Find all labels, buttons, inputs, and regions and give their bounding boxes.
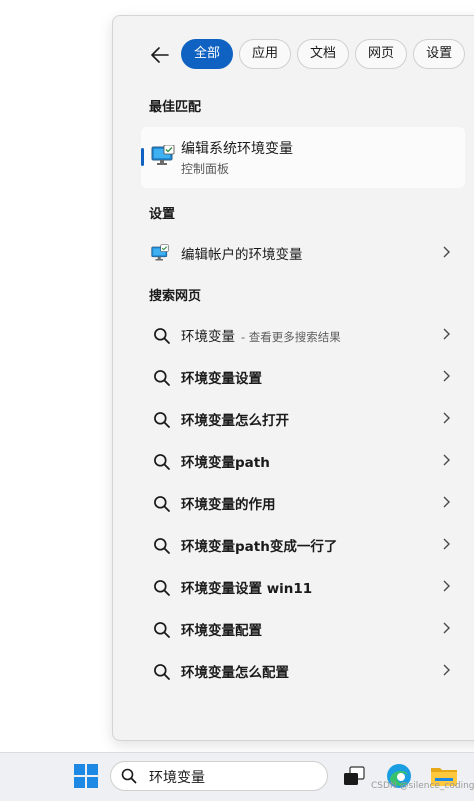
search-icon <box>154 580 170 596</box>
monitor-settings-icon <box>151 244 169 261</box>
back-arrow-icon <box>151 47 169 63</box>
taskbar-search-input[interactable] <box>147 766 321 788</box>
watermark: CSDN @silence_coding <box>371 781 474 791</box>
tab-documents[interactable]: 文档 <box>297 39 350 69</box>
web-search-heading: 搜索网页 <box>149 289 202 304</box>
web-result-text: 环境变量的作用 <box>181 497 276 513</box>
web-result-label: 环境变量path变成一行了 <box>181 535 337 555</box>
web-result-item[interactable]: 环境变量怎么配置 <box>141 653 465 687</box>
search-icon <box>154 454 170 470</box>
web-result-label: 环境变量 - 查看更多搜索结果 <box>181 325 341 345</box>
best-match-title: 编辑系统环境变量 <box>181 141 293 157</box>
tab-apps[interactable]: 应用 <box>239 39 292 69</box>
search-icon <box>154 664 170 680</box>
search-icon <box>154 370 170 386</box>
web-result-item[interactable]: 环境变量path <box>141 443 465 477</box>
best-match-heading: 最佳匹配 <box>149 100 202 115</box>
tab-web[interactable]: 网页 <box>355 39 408 69</box>
chevron-right-icon <box>443 246 450 258</box>
chevron-right-icon <box>443 412 450 424</box>
tab-all[interactable]: 全部 <box>181 39 234 69</box>
web-result-text: 环境变量path变成一行了 <box>181 539 338 555</box>
tab-settings[interactable]: 设置 <box>413 39 466 69</box>
web-result-subtext: - 查看更多搜索结果 <box>241 330 341 344</box>
web-result-text: 环境变量怎么打开 <box>181 413 289 429</box>
task-view-icon[interactable] <box>342 766 366 788</box>
web-result-item[interactable]: 环境变量 - 查看更多搜索结果 <box>141 317 465 351</box>
search-icon <box>154 496 170 512</box>
web-result-label: 环境变量配置 <box>181 619 262 639</box>
web-result-item[interactable]: 环境变量设置 win11 <box>141 569 465 603</box>
filter-tabs: 全部 应用 文档 网页 设置 <box>181 39 466 69</box>
chevron-right-icon <box>443 580 450 592</box>
chevron-right-icon <box>443 664 450 676</box>
web-result-label: 环境变量path <box>181 451 270 471</box>
taskbar-search-box[interactable] <box>110 761 328 791</box>
chevron-right-icon <box>443 496 450 508</box>
web-result-text: 环境变量path <box>181 455 270 471</box>
web-result-text: 环境变量设置 <box>181 371 262 387</box>
control-panel-monitor-icon <box>151 145 175 165</box>
web-result-item[interactable]: 环境变量设置 <box>141 359 465 393</box>
best-match-subtitle: 控制面板 <box>181 162 230 176</box>
settings-result-item[interactable]: 编辑帐户的环境变量 <box>141 235 465 269</box>
taskbar <box>0 752 474 801</box>
web-result-text: 环境变量 <box>181 329 235 345</box>
web-result-text: 环境变量设置 win11 <box>181 581 313 597</box>
web-result-label: 环境变量设置 <box>181 367 262 387</box>
search-icon <box>154 622 170 638</box>
chevron-right-icon <box>443 538 450 550</box>
web-result-label: 环境变量设置 win11 <box>181 577 312 597</box>
web-result-label: 环境变量怎么打开 <box>181 409 289 429</box>
best-match-result[interactable]: 编辑系统环境变量 控制面板 <box>141 127 465 188</box>
chevron-right-icon <box>443 622 450 634</box>
search-icon <box>154 538 170 554</box>
web-result-item[interactable]: 环境变量path变成一行了 <box>141 527 465 561</box>
search-panel: 全部 应用 文档 网页 设置 最佳匹配 编辑系统环境变量 控制面板 设置 编辑帐… <box>112 15 474 741</box>
settings-heading: 设置 <box>149 207 176 222</box>
search-icon <box>121 768 137 784</box>
selection-indicator <box>141 148 144 166</box>
back-button[interactable] <box>149 44 171 66</box>
search-icon <box>154 412 170 428</box>
search-icon <box>154 328 170 344</box>
web-result-item[interactable]: 环境变量怎么打开 <box>141 401 465 435</box>
web-result-label: 环境变量怎么配置 <box>181 661 289 681</box>
settings-item-label: 编辑帐户的环境变量 <box>181 247 303 263</box>
chevron-right-icon <box>443 454 450 466</box>
web-result-text: 环境变量怎么配置 <box>181 665 289 681</box>
chevron-right-icon <box>443 370 450 382</box>
web-result-item[interactable]: 环境变量的作用 <box>141 485 465 519</box>
web-result-label: 环境变量的作用 <box>181 493 276 513</box>
windows-start-icon[interactable] <box>74 764 98 788</box>
web-result-item[interactable]: 环境变量配置 <box>141 611 465 645</box>
chevron-right-icon <box>443 328 450 340</box>
web-result-text: 环境变量配置 <box>181 623 262 639</box>
